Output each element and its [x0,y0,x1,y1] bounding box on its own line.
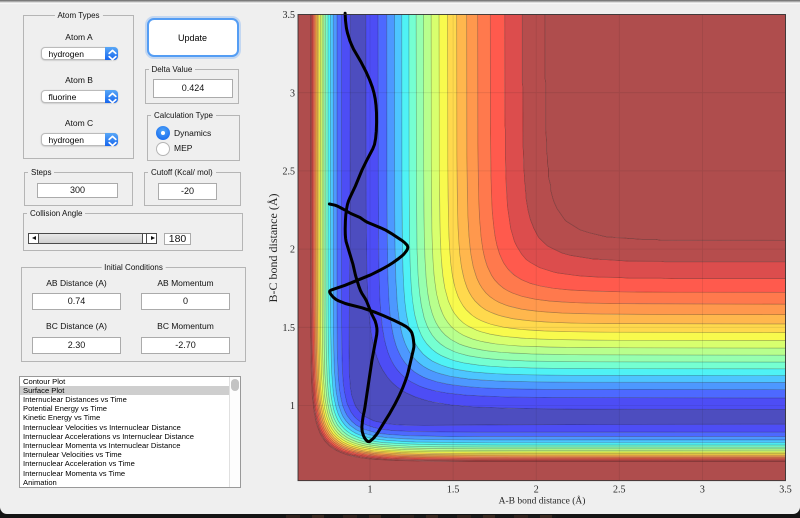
svg-text:2: 2 [534,485,539,496]
svg-text:2.5: 2.5 [613,485,626,496]
svg-text:3.5: 3.5 [779,485,792,496]
svg-text:2.5: 2.5 [283,167,296,178]
svg-text:2: 2 [290,245,295,256]
svg-text:B-C bond distance (Å): B-C bond distance (Å) [266,194,280,303]
svg-text:3: 3 [700,485,705,496]
svg-text:1.5: 1.5 [283,323,296,334]
svg-text:3.5: 3.5 [283,10,296,21]
svg-text:A-B bond distance (Å): A-B bond distance (Å) [499,495,586,507]
svg-text:1.5: 1.5 [447,485,460,496]
svg-text:1: 1 [368,485,373,496]
svg-text:1: 1 [290,401,295,412]
svg-text:3: 3 [290,88,295,99]
